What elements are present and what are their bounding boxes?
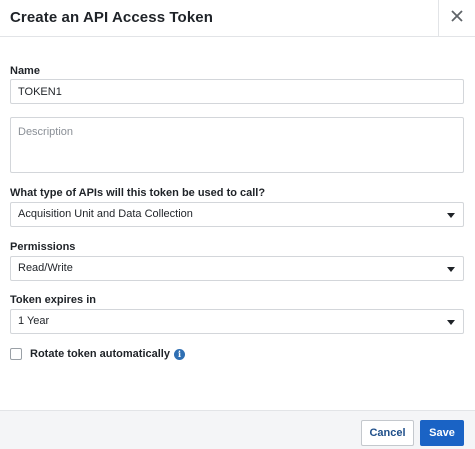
- rotate-token-label: Rotate token automatically: [30, 348, 170, 360]
- expiry-select[interactable]: 1 Year: [10, 309, 464, 334]
- permissions-value: Read/Write: [18, 262, 73, 274]
- expiry-value: 1 Year: [18, 315, 50, 327]
- api-type-select[interactable]: Acquisition Unit and Data Collection: [10, 202, 464, 227]
- info-icon[interactable]: i: [173, 348, 185, 360]
- close-icon: [451, 9, 463, 27]
- chevron-down-icon: [447, 213, 455, 218]
- expiry-label: Token expires in: [10, 294, 96, 306]
- chevron-down-icon: [447, 267, 455, 272]
- save-button[interactable]: Save: [420, 420, 464, 446]
- description-textarea[interactable]: [10, 117, 464, 173]
- name-label: Name: [10, 65, 40, 77]
- rotate-token-checkbox[interactable]: [10, 348, 22, 360]
- api-type-label: What type of APIs will this token be use…: [10, 187, 266, 199]
- permissions-label: Permissions: [10, 241, 76, 253]
- close-button[interactable]: [438, 0, 475, 36]
- dialog-footer: Cancel Save: [0, 410, 475, 449]
- rotate-token-row: Rotate token automatically i: [10, 347, 185, 361]
- dialog-header: Create an API Access Token: [0, 0, 475, 37]
- dialog-title: Create an API Access Token: [10, 9, 213, 26]
- cancel-button[interactable]: Cancel: [361, 420, 414, 446]
- chevron-down-icon: [447, 320, 455, 325]
- permissions-select[interactable]: Read/Write: [10, 256, 464, 281]
- api-type-value: Acquisition Unit and Data Collection: [18, 208, 193, 220]
- create-token-dialog: Create an API Access Token Name What typ…: [0, 0, 475, 449]
- name-input[interactable]: [10, 79, 464, 104]
